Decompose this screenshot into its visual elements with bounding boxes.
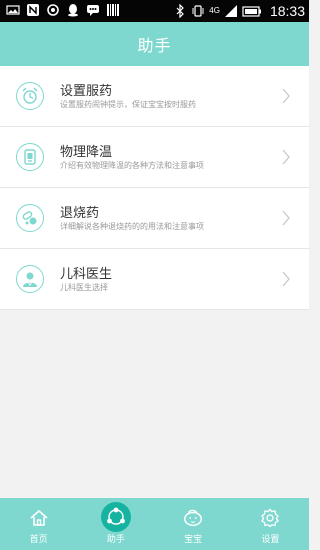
chevron-right-icon [282, 88, 290, 104]
tab-label: 设置 [261, 535, 280, 545]
alarm-clock-icon [16, 82, 44, 110]
network-type: 4G [209, 6, 220, 15]
home-icon [28, 507, 50, 529]
signal-icon [224, 5, 237, 17]
list-item-title: 设置服药 [60, 84, 113, 99]
thermometer-icon [16, 143, 44, 171]
list-item-physical-cooling[interactable]: 物理降温 介绍有效物理降温的各种方法和注意事项 [0, 127, 309, 188]
qq-icon [68, 4, 78, 17]
list-item-title: 物理降温 [60, 145, 113, 160]
tab-settings[interactable]: 设置 [232, 498, 309, 550]
chevron-right-icon [282, 210, 290, 226]
list-item-subtitle: 设置服药闹钟提示，保证宝宝按时服药 [60, 100, 196, 109]
status-time: 18:33 [269, 3, 305, 19]
list-item-subtitle: 介绍有效物理降温的各种方法和注意事项 [60, 161, 204, 170]
list-item-title: 儿科医生 [60, 267, 113, 282]
assistant-list: 设置服药 设置服药闹钟提示，保证宝宝按时服药 物理降温 介绍有效物理降温的各种方… [0, 66, 309, 310]
app-header: 助手 [0, 22, 309, 66]
list-item-antipyretics[interactable]: 退烧药 详细解说各种退烧药的的用法和注意事项 [0, 188, 309, 249]
list-item-subtitle: 详细解说各种退烧药的的用法和注意事项 [60, 222, 204, 231]
list-item-medication[interactable]: 设置服药 设置服药闹钟提示，保证宝宝按时服药 [0, 66, 309, 127]
list-item-title: 退烧药 [60, 206, 100, 221]
doctor-icon [16, 265, 44, 293]
image-icon [6, 5, 20, 15]
chevron-right-icon [282, 149, 290, 165]
tab-label: 宝宝 [184, 535, 203, 545]
bluetooth-icon [176, 4, 185, 18]
baby-icon [182, 507, 204, 529]
list-item-subtitle: 儿科医生选择 [60, 283, 108, 292]
tab-assistant[interactable]: 助手 [77, 498, 154, 550]
status-bar: 4G 18:33 [0, 0, 309, 22]
battery-icon [242, 6, 261, 17]
list-item-pediatrician[interactable]: 儿科医生 儿科医生选择 [0, 249, 309, 310]
chevron-right-icon [282, 271, 290, 287]
tab-label: 首页 [29, 535, 48, 545]
pills-icon [16, 204, 44, 232]
barcode-icon [107, 4, 119, 16]
settings-icon [47, 4, 59, 16]
nfc-icon [27, 4, 39, 16]
assistant-icon [100, 502, 131, 532]
bottom-tab-bar: 首页 助手 宝宝 设置 [0, 498, 309, 550]
vibrate-icon [192, 5, 204, 17]
tab-home[interactable]: 首页 [0, 498, 77, 550]
chat-icon [87, 5, 99, 16]
page-title: 助手 [137, 36, 172, 55]
tab-baby[interactable]: 宝宝 [155, 498, 232, 550]
tab-label: 助手 [106, 535, 125, 545]
gear-icon [259, 507, 281, 529]
